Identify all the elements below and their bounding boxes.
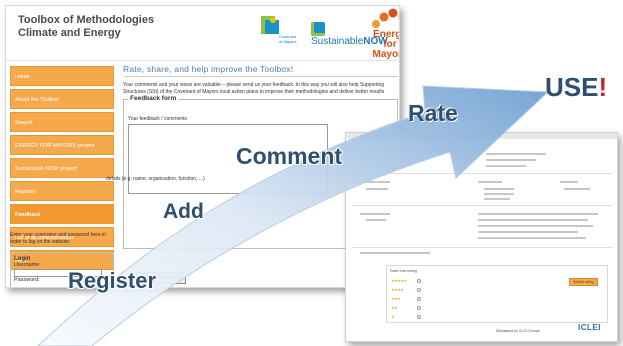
text-line [564,188,590,190]
covenant-of-mayors-logo: Covenant of Mayors [261,16,297,44]
sidebar-item-feedback[interactable]: Feedback [10,204,114,224]
divider [352,205,612,206]
text-line [360,213,390,215]
text-line [478,231,578,233]
text-line [478,213,598,215]
text-line [360,181,390,183]
text-line [366,188,388,190]
submit-rating-button[interactable]: Submit rating [569,278,598,286]
step-use-exclamation: ! [598,72,608,102]
step-register: Register [68,268,157,293]
rating-page-topbar [346,133,617,139]
svg-text:of Mayors: of Mayors [279,39,297,44]
intro-text: Your comments and your views are valuabl… [123,82,385,95]
three-star-icon: ★★★ [391,296,401,301]
rating-radio-3[interactable] [417,297,421,301]
text-line [478,181,502,183]
text-line [484,198,510,200]
energy-for-mayors-dots-icon [372,8,399,28]
divider [352,173,612,174]
rating-radio-4[interactable] [417,288,421,292]
rating-box: Rate this rating ★★★★★ ★★★★ ★★★ ★★ ★ Sub… [386,265,608,323]
energy-for-mayors-logo: Energy for Mayors [358,6,399,60]
divider [352,247,612,248]
rating-radio-5[interactable] [417,279,421,283]
step-use-text: USE [545,72,599,102]
rating-radio-1[interactable] [417,315,421,319]
step-use: USE! [545,72,607,103]
text-line [478,225,593,227]
step-comment: Comment [236,143,343,169]
login-instructions: Enter your username and password here in… [10,232,106,245]
text-line [366,219,386,221]
rating-radio-2[interactable] [417,306,421,310]
energy-for-mayors-text: Energy for Mayors [372,29,399,60]
sidebar-item-about[interactable]: About the Toolbox [10,89,114,109]
text-line [478,237,586,239]
site-title: Toolbox of Methodologies Climate and Ene… [18,14,155,39]
rating-box-header: Rate this rating [390,268,417,273]
step-rate: Rate [408,100,458,126]
five-star-icon: ★★★★★ [391,278,407,283]
two-star-icon: ★★ [391,305,398,310]
maintained-by-note: Maintained by ICLEI Europe [496,329,540,333]
text-line [484,188,514,190]
sidebar-item-search[interactable]: Search [10,112,114,132]
text-line [486,159,536,161]
sidebar-item-energy-for-mayors[interactable]: ENERGY FOR MAYORS project [10,135,114,155]
four-star-icon: ★★★★ [391,287,404,292]
sidebar-item-register[interactable]: Register [10,181,114,201]
one-star-icon: ★ [391,314,395,319]
feedback-label: Your feedback / comments [128,116,188,122]
text-line [484,193,514,195]
details-label: details (e.g. name, organisation, functi… [106,176,205,182]
step-add: Add [163,200,204,223]
iclei-logo: ICLEI [578,323,601,332]
feedback-form-title: Feedback form [128,95,179,102]
sustainable-now-logo-prefix: Sustainable [311,36,364,47]
text-line [478,219,588,221]
rating-page-screenshot: Rate this rating ★★★★★ ★★★★ ★★★ ★★ ★ Sub… [345,132,618,342]
sustainable-now-icon [311,22,325,36]
text-line [486,153,546,155]
text-line [560,181,578,183]
sidebar-item-sustainable-now[interactable]: Sustainable NOW project [10,158,114,178]
text-line [360,252,430,254]
sidebar-item-home[interactable]: Home [10,66,114,86]
page-title: Rate, share, and help improve the Toolbo… [123,64,398,77]
text-line [486,165,526,167]
site-header: Toolbox of Methodologies Climate and Ene… [6,6,399,61]
